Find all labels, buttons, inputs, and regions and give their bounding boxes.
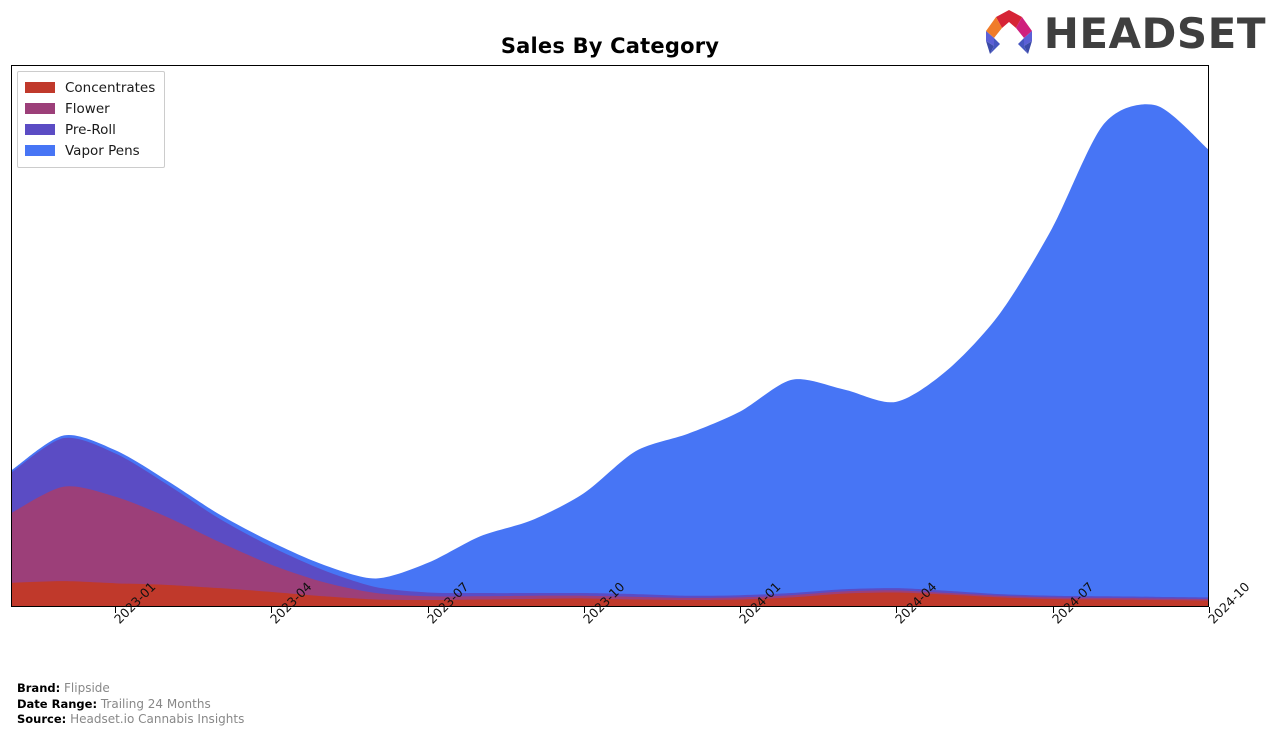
footer-row: Source: Headset.io Cannabis Insights [17, 712, 244, 728]
chart-plot-area [11, 65, 1209, 607]
legend-item-label: Pre-Roll [65, 121, 116, 138]
legend-swatch-icon [25, 124, 55, 135]
headset-arch-logo-icon [982, 8, 1036, 60]
footer-label: Date Range: [17, 696, 98, 711]
chart-footer: Brand: Flipside Date Range: Trailing 24 M… [17, 681, 244, 728]
legend-swatch-icon [25, 82, 55, 93]
brand-logo-text: HEADSET [1043, 9, 1266, 58]
legend-item-concentrates[interactable]: Concentrates [25, 77, 155, 98]
brand-logo: HEADSET [982, 8, 1266, 60]
legend-swatch-icon [25, 145, 55, 156]
legend-item-flower[interactable]: Flower [25, 98, 155, 119]
legend-item-label: Flower [65, 100, 110, 117]
footer-label: Source: [17, 712, 67, 726]
chart-legend: Concentrates Flower Pre-Roll Vapor Pens [17, 71, 166, 168]
legend-item-label: Concentrates [65, 79, 156, 96]
footer-row: Date Range: Trailing 24 Months [17, 697, 244, 713]
footer-value: Trailing 24 Months [97, 696, 211, 711]
stacked-area-chart [12, 104, 1208, 606]
legend-item-pre-roll[interactable]: Pre-Roll [25, 119, 155, 140]
footer-value: Headset.io Cannabis Insights [66, 712, 245, 726]
footer-label: Brand: [17, 681, 61, 695]
footer-value: Flipside [60, 681, 110, 695]
footer-row: Brand: Flipside [17, 681, 244, 697]
legend-swatch-icon [25, 103, 55, 114]
x-axis: 2023-01 2023-04 2023-07 2023-10 2024-01 2024-… [0, 579, 1276, 677]
legend-item-vapor-pens[interactable]: Vapor Pens [25, 140, 155, 161]
legend-item-label: Vapor Pens [65, 142, 140, 159]
x-tick-label: 2024-10 [1205, 579, 1253, 627]
